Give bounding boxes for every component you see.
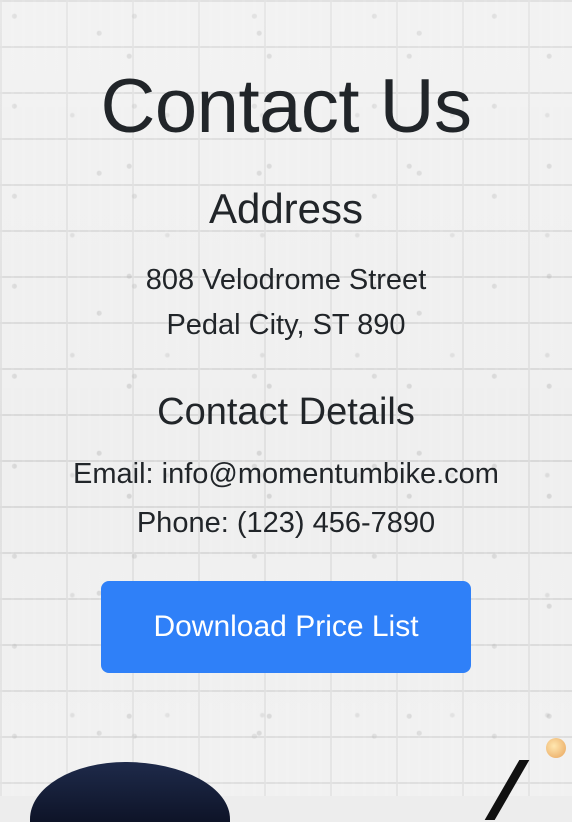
- page-title: Contact Us: [100, 64, 472, 149]
- address-line-1: 808 Velodrome Street: [145, 264, 427, 297]
- contact-details-block: Email: info@momentumbike.com Phone: (123…: [0, 450, 572, 549]
- address-block: 808 Velodrome Street Pedal City, ST 890: [0, 258, 572, 348]
- address-line-2: Pedal City, ST 890: [166, 309, 406, 342]
- contact-details-heading: Contact Details: [157, 391, 415, 434]
- address-heading: Address: [208, 185, 364, 233]
- contact-section: Contact Us Address 808 Velodrome Street …: [0, 0, 572, 673]
- download-price-list-button[interactable]: Download Price List: [101, 580, 471, 673]
- phone-text: Phone: (123) 456-7890: [136, 507, 436, 540]
- email-text: Email: info@momentumbike.com: [73, 457, 499, 490]
- bike-light-image: [546, 738, 566, 758]
